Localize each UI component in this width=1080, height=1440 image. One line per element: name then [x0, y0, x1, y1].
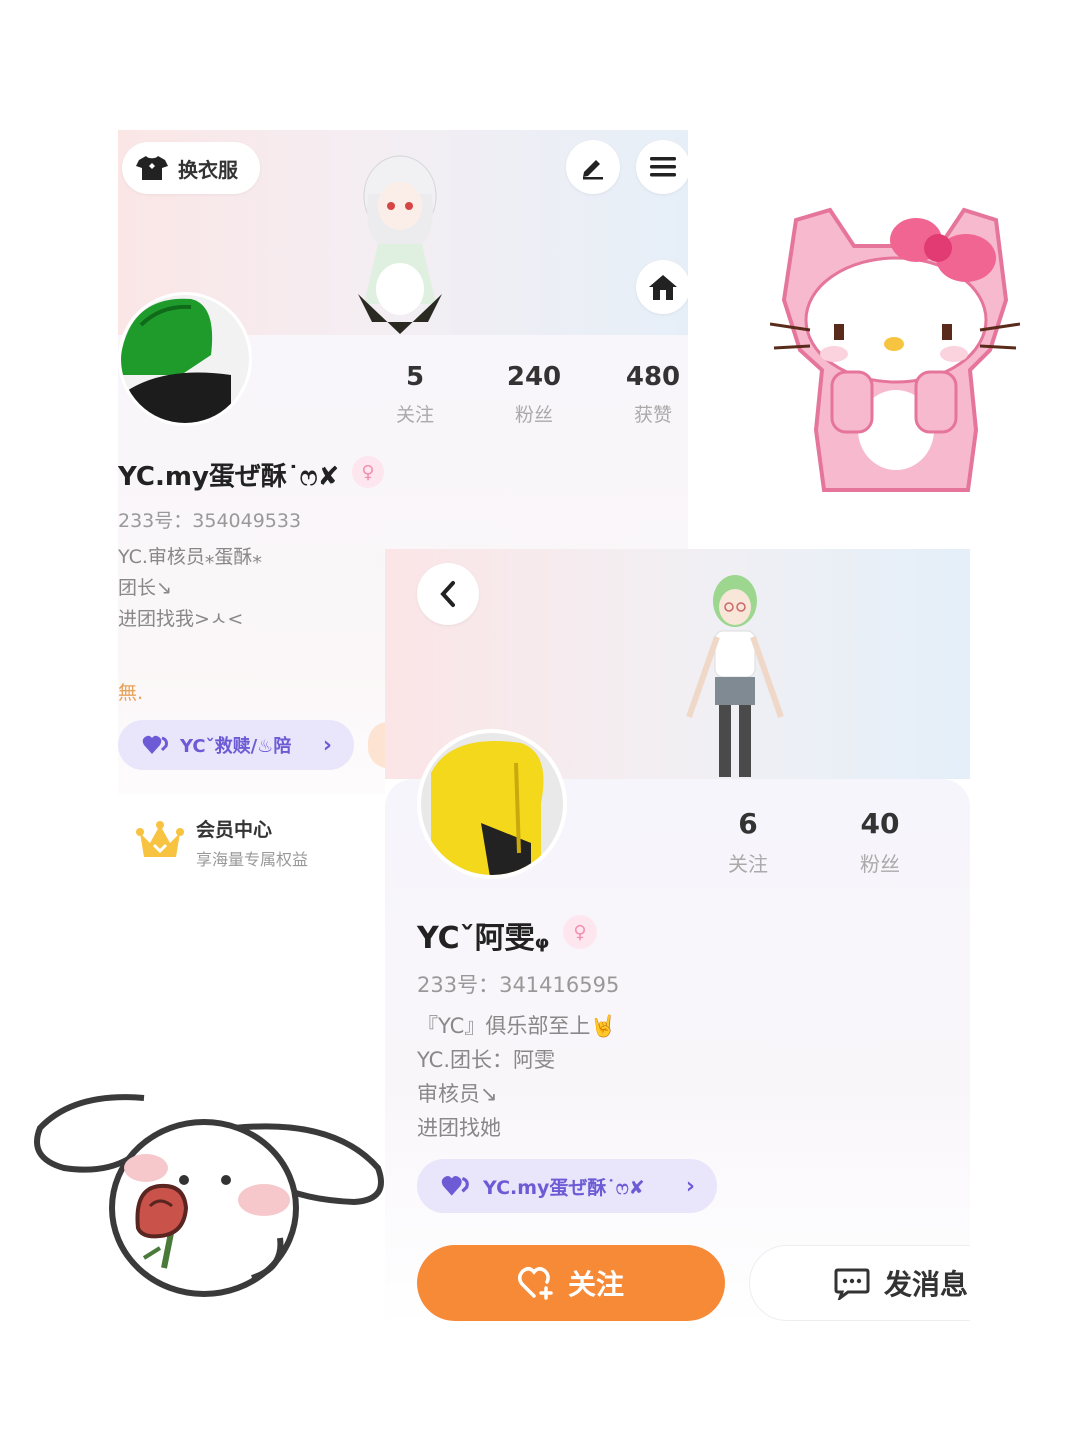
bio-line: 『YC』俱乐部至上🤘 — [417, 1014, 617, 1038]
gender-female-icon: ♀ — [563, 915, 597, 949]
stat-followers[interactable]: 240 粉丝 — [489, 362, 579, 427]
stat-following[interactable]: 6 关注 — [703, 807, 793, 877]
club-link[interactable]: YC.my蛋ぜ酥˙ෆ✘ › — [417, 1159, 717, 1213]
crown-icon — [136, 821, 184, 857]
stat-label: 粉丝 — [860, 852, 900, 876]
stat-value: 6 — [738, 807, 758, 840]
stat-following[interactable]: 5 关注 — [370, 362, 460, 427]
pencil-icon — [583, 160, 603, 180]
menu-button[interactable] — [636, 140, 688, 194]
avatar[interactable] — [417, 729, 567, 879]
username: YCˇ阿雯ᵩ — [417, 921, 550, 956]
tshirt-icon — [136, 156, 168, 180]
stat-label: 关注 — [728, 852, 768, 876]
chevron-left-icon — [440, 581, 455, 607]
collage-canvas: 换衣服 5 关注 240 粉丝 480 获赞 YC.my蛋ぜ酥˙ෆ✘ ♀ 233… — [0, 0, 1080, 1440]
gender-symbol: ♀ — [573, 921, 587, 943]
chevron-right-icon: › — [322, 732, 332, 758]
stat-value: 240 — [506, 362, 562, 392]
club-link[interactable]: YCˇ救赎/♨陪 › — [118, 720, 354, 770]
club-label: YCˇ救赎/♨陪 — [180, 736, 292, 757]
gender-symbol: ♀ — [361, 461, 375, 483]
wardrobe-button[interactable]: 换衣服 — [122, 142, 260, 194]
stat-value: 5 — [405, 362, 425, 392]
chevron-right-icon: › — [685, 1173, 695, 1199]
heart-plus-icon — [517, 1267, 553, 1300]
vip-title: 会员中心 — [196, 818, 273, 841]
wardrobe-label: 换衣服 — [178, 157, 238, 182]
profile-card-other: 6 关注 40 粉丝 YCˇ阿雯ᵩ ♀ 233号：341416595 『YC』俱… — [385, 549, 970, 1329]
home-button[interactable] — [636, 260, 688, 314]
stat-value: 40 — [860, 807, 900, 840]
edit-button[interactable] — [566, 140, 620, 194]
stat-label: 粉丝 — [514, 404, 553, 426]
stat-label: 获赞 — [633, 404, 672, 426]
bio-line: 进团找她 — [417, 1116, 501, 1140]
back-button[interactable] — [417, 563, 479, 625]
bunny-rose-sticker — [34, 1094, 384, 1297]
avatar[interactable] — [118, 292, 252, 426]
bio-line: 团长↘ — [118, 577, 172, 599]
user-id: 233号：354049533 — [118, 510, 302, 532]
follow-label: 关注 — [567, 1268, 624, 1301]
gender-female-icon: ♀ — [352, 456, 384, 488]
vip-center-entry[interactable]: 会员中心 享海量专属权益 — [118, 794, 388, 890]
heart-icon — [142, 735, 168, 754]
stat-value: 480 — [625, 362, 681, 392]
message-label: 发消息 — [884, 1268, 969, 1301]
club-label: YC.my蛋ぜ酥˙ෆ✘ — [483, 1176, 645, 1199]
bio-line: 审核员↘ — [417, 1082, 498, 1106]
hamburger-icon — [650, 157, 676, 177]
character-figure — [686, 575, 784, 777]
vip-subtitle: 享海量专属权益 — [196, 849, 309, 869]
bio-line: YC.审核员⁎蛋酥⁎ — [118, 546, 262, 568]
bio-line: 进团找我>ㅅ< — [118, 608, 244, 630]
character-figure — [358, 155, 442, 334]
username: YC.my蛋ぜ酥˙ෆ✘ — [118, 462, 340, 492]
bio-extra: 無. — [118, 682, 144, 704]
stat-likes[interactable]: 480 获赞 — [608, 362, 688, 427]
chat-bubble-icon — [834, 1268, 870, 1300]
stat-followers[interactable]: 40 粉丝 — [835, 807, 925, 877]
bio-line: YC.团长：阿雯 — [417, 1048, 556, 1072]
pixel-cat-sticker — [770, 207, 1020, 492]
avatar-image — [121, 295, 249, 423]
home-icon — [649, 275, 677, 300]
user-id: 233号：341416595 — [417, 973, 620, 997]
heart-icon — [441, 1176, 469, 1196]
message-button[interactable]: 发消息 — [749, 1245, 970, 1321]
stat-label: 关注 — [395, 404, 434, 426]
follow-button[interactable]: 关注 — [417, 1245, 725, 1321]
